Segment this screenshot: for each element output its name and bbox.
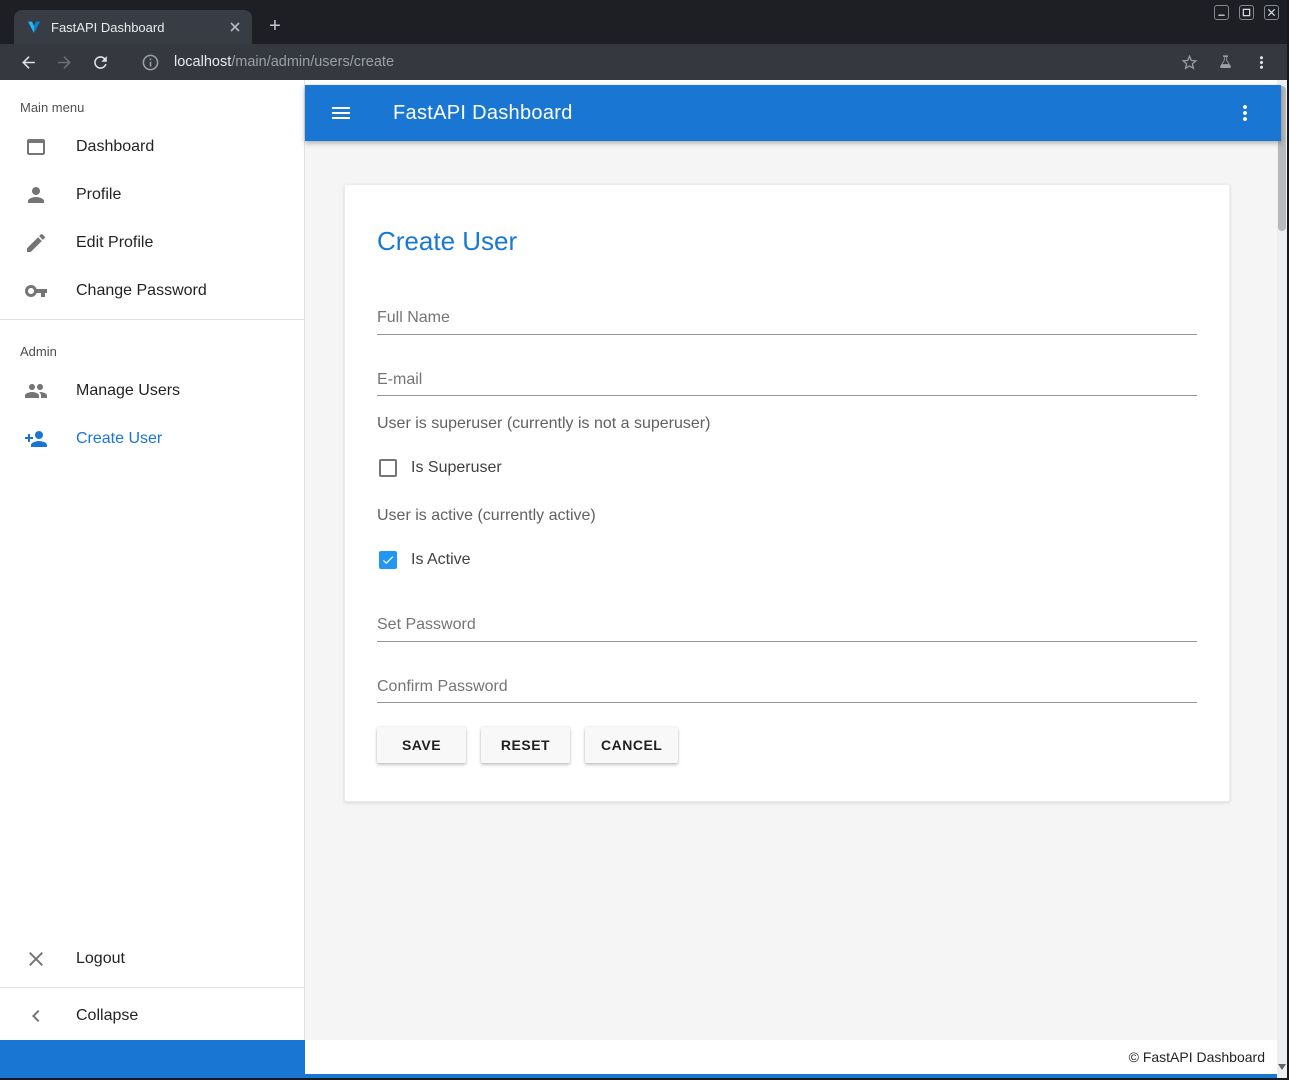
- email-field: [377, 371, 1197, 397]
- copyright-text: © FastAPI Dashboard: [1129, 1049, 1265, 1065]
- footer-card: © FastAPI Dashboard: [305, 1040, 1281, 1074]
- sidebar-item-label: Change Password: [76, 282, 207, 300]
- checkbox-icon: [379, 459, 397, 477]
- sidebar-divider: [0, 987, 304, 988]
- app-bar-menu-icon[interactable]: [1233, 101, 1257, 125]
- chevron-left-icon: [24, 1004, 48, 1028]
- tab-title: FastAPI Dashboard: [51, 20, 226, 35]
- main-area: FastAPI Dashboard Create User User is su…: [305, 80, 1281, 1040]
- email-input[interactable]: [377, 372, 1197, 396]
- sidebar-item-label: Create User: [76, 430, 162, 448]
- create-user-card: Create User User is superuser (currently…: [344, 184, 1230, 802]
- confirm-password-field: [377, 678, 1197, 704]
- hamburger-menu-icon[interactable]: [329, 101, 353, 125]
- sidebar-item-label: Logout: [76, 950, 125, 968]
- is-active-checkbox[interactable]: Is Active: [377, 548, 1197, 572]
- forward-icon[interactable]: [52, 50, 76, 74]
- footer: © FastAPI Dashboard: [0, 1040, 1281, 1080]
- sidebar-item-change-password[interactable]: Change Password: [0, 267, 304, 315]
- sidebar-bottom: Logout Collapse: [0, 935, 304, 1040]
- checkbox-icon: [379, 551, 397, 569]
- app-bar-title: FastAPI Dashboard: [393, 102, 573, 125]
- full-name-field: [377, 309, 1197, 335]
- sidebar-section-admin: Admin: [0, 324, 304, 367]
- page-title: Create User: [377, 223, 1197, 259]
- browser-tab[interactable]: FastAPI Dashboard: [14, 10, 252, 44]
- app-bar: FastAPI Dashboard: [305, 85, 1281, 141]
- url-path: /main/admin/users/create: [231, 54, 394, 70]
- tab-close-icon[interactable]: [226, 18, 244, 36]
- sidebar-item-manage-users[interactable]: Manage Users: [0, 367, 304, 415]
- site-info-icon[interactable]: [138, 50, 162, 74]
- save-button[interactable]: SAVE: [377, 727, 466, 763]
- url-text: localhost/main/admin/users/create: [174, 54, 394, 70]
- sidebar-item-label: Edit Profile: [76, 234, 153, 252]
- minimize-button[interactable]: [1214, 5, 1229, 20]
- sidebar-item-collapse[interactable]: Collapse: [0, 992, 304, 1040]
- close-icon: [24, 947, 48, 971]
- full-name-input[interactable]: [377, 311, 1197, 335]
- sidebar-item-label: Profile: [76, 186, 121, 204]
- sidebar-divider: [0, 319, 304, 320]
- superuser-hint: User is superuser (currently is not a su…: [377, 412, 1197, 436]
- person-icon: [24, 183, 48, 207]
- browser-menu-icon[interactable]: [1249, 50, 1273, 74]
- checkbox-label: Is Superuser: [411, 459, 502, 477]
- maximize-button[interactable]: [1239, 5, 1254, 20]
- bookmark-star-icon[interactable]: [1177, 50, 1201, 74]
- people-icon: [24, 379, 48, 403]
- sidebar-item-edit-profile[interactable]: Edit Profile: [0, 219, 304, 267]
- sidebar-item-profile[interactable]: Profile: [0, 171, 304, 219]
- sidebar-item-label: Manage Users: [76, 382, 180, 400]
- close-window-button[interactable]: [1264, 5, 1279, 20]
- set-password-input[interactable]: [377, 618, 1197, 642]
- reload-icon[interactable]: [88, 50, 112, 74]
- address-bar[interactable]: localhost/main/admin/users/create: [126, 48, 1163, 76]
- browser-titlebar: FastAPI Dashboard +: [0, 0, 1289, 44]
- pencil-icon: [24, 231, 48, 255]
- sidebar-section-main: Main menu: [0, 80, 304, 123]
- sidebar-item-dashboard[interactable]: Dashboard: [0, 123, 304, 171]
- sidebar: Main menu Dashboard Profile Edit Profile…: [0, 80, 305, 1040]
- cancel-button[interactable]: CANCEL: [585, 727, 678, 763]
- browser-toolbar: localhost/main/admin/users/create: [0, 44, 1289, 80]
- page-scrollbar[interactable]: [1277, 80, 1287, 1080]
- checkbox-label: Is Active: [411, 551, 471, 569]
- active-hint: User is active (currently active): [377, 504, 1197, 528]
- sidebar-item-label: Collapse: [76, 1007, 138, 1025]
- confirm-password-input[interactable]: [377, 679, 1197, 703]
- new-tab-button[interactable]: +: [262, 13, 288, 39]
- labs-flask-icon[interactable]: [1213, 50, 1237, 74]
- content-area: Create User User is superuser (currently…: [305, 141, 1281, 802]
- key-icon: [24, 279, 48, 303]
- dashboard-icon: [24, 135, 48, 159]
- vuetify-favicon: [26, 19, 42, 35]
- back-icon[interactable]: [16, 50, 40, 74]
- sidebar-item-create-user[interactable]: Create User: [0, 415, 304, 463]
- set-password-field: [377, 616, 1197, 642]
- is-superuser-checkbox[interactable]: Is Superuser: [377, 456, 1197, 480]
- scrollbar-down-arrow[interactable]: [1277, 1060, 1287, 1074]
- window-controls: [1214, 5, 1279, 20]
- form-buttons: SAVE RESET CANCEL: [377, 727, 1197, 763]
- url-host: localhost: [174, 54, 231, 70]
- sidebar-item-logout[interactable]: Logout: [0, 935, 304, 983]
- reset-button[interactable]: RESET: [481, 727, 570, 763]
- person-add-icon: [24, 427, 48, 451]
- sidebar-item-label: Dashboard: [76, 138, 154, 156]
